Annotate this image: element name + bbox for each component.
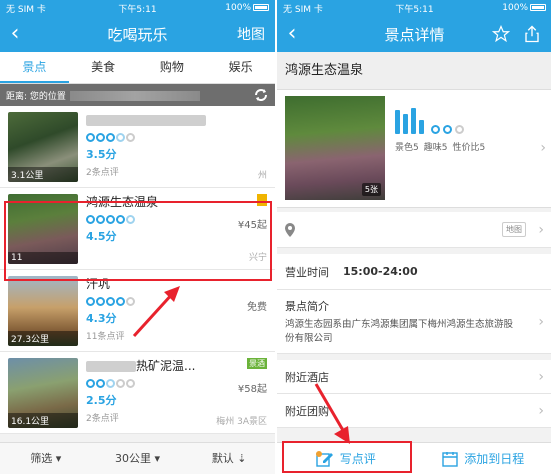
right-screen: 无 SIM 卡 下午5:11 100% ‹ 景点详情 鸿源生态温泉 5张 景色5… [277,0,551,474]
region-label: 梅州 3A景区 [216,417,267,427]
poi-name [86,112,267,128]
score-bars [395,106,544,134]
tab-attractions[interactable]: 景点 [0,52,69,83]
address-row[interactable]: 地图 › [277,212,551,248]
distance-label: 11 [8,252,78,264]
poi-thumbnail: 3.1公里 [8,112,78,182]
battery-status: 100% [458,3,547,13]
add-to-schedule-button[interactable]: 添加到日程 [415,443,551,474]
refresh-icon[interactable] [253,87,269,103]
list-item[interactable]: 3.1公里 3.5分 2条点评 州 [0,106,275,188]
intro-text: 鸿源生态园系由广东鸿源集团属下梅州鸿源生态旅游股份有限公司 [285,319,514,344]
filter-bar: 筛选 ▾ 30公里 ▾ 默认 ⇣ [0,442,275,474]
blurred-location [69,91,200,101]
distance-label: 3.1公里 [8,167,78,182]
hours-row: 营业时间 15:00-24:00 [277,254,551,290]
chevron-right-icon: › [538,368,544,385]
calendar-icon [442,451,458,467]
hotel-combo-badge: 景酒 [247,358,267,369]
nav-bar: ‹ 景点详情 [277,16,551,52]
poi-summary[interactable]: 5张 景色5 趣味5 性价比5 › [277,90,551,208]
poi-thumbnail: 27.3公里 [8,276,78,346]
blurred-name [86,115,206,126]
location-label: 距离: 您的位置 [6,89,253,102]
hours-label: 营业时间 [285,265,329,279]
tab-shopping[interactable]: 购物 [138,52,207,83]
carrier-label: 无 SIM 卡 [283,4,323,15]
filter-button[interactable]: 筛选 ▾ [0,443,92,474]
carrier-label: 无 SIM 卡 [6,4,46,15]
nav-bar: ‹ 吃喝玩乐 地图 [0,16,275,52]
intro-row[interactable]: 景点简介 鸿源生态园系由广东鸿源集团属下梅州鸿源生态旅游股份有限公司 › [277,290,551,354]
status-bar: 无 SIM 卡 下午5:11 100% [277,0,551,16]
poi-thumbnail: 16.1公里 [8,358,78,428]
poi-name: 鸿源生态温泉 [86,195,159,209]
status-bar: 无 SIM 卡 下午5:11 100% [0,0,275,16]
sort-dropdown[interactable]: 默认 ⇣ [183,443,275,474]
share-icon[interactable] [524,25,540,43]
poi-list: 3.1公里 3.5分 2条点评 州 11 鸿源生态温泉 4.5分 ¥45起 兴宁 [0,106,275,434]
nearby-groupbuy-label: 附近团购 [285,404,329,418]
poi-score: 3.5分 [86,148,117,161]
price-label: ¥45起 [237,220,267,231]
poi-name: 汗巩 [86,277,111,291]
price-label: 免费 [247,302,267,313]
poi-title: 鸿源生态温泉 [277,52,551,90]
intro-label: 景点简介 [285,300,329,313]
battery-icon [253,4,270,11]
clock: 下午5:11 [118,4,157,15]
region-label: 州 [257,171,267,181]
edit-icon [315,450,333,467]
clock: 下午5:11 [395,4,434,15]
battery-icon [530,4,547,11]
distance-label: 27.3公里 [8,331,78,346]
back-icon[interactable]: ‹ [0,16,30,52]
poi-photo[interactable]: 5张 [285,96,385,200]
hours-value: 15:00-24:00 [343,265,418,278]
category-tabs: 景点 美食 购物 娱乐 [0,52,275,84]
chevron-right-icon: › [538,221,544,238]
review-count: 11条点评 [86,332,125,342]
location-bar: 距离: 您的位置 [0,84,275,106]
photo-count: 5张 [361,183,381,196]
map-link[interactable]: 地图 [502,222,526,237]
poi-thumbnail: 11 [8,194,78,264]
rating-dots [86,131,267,143]
review-count: 2条点评 [86,168,119,178]
star-icon[interactable] [492,25,510,43]
price-label: ¥58起 [237,384,267,395]
rating-dots [86,295,267,307]
write-review-button[interactable]: 写点评 [277,443,415,474]
region-label: 兴宁 [248,253,267,263]
blurred-name [86,361,136,372]
chevron-right-icon: › [538,402,544,419]
action-bar: 写点评 添加到日程 [277,442,551,474]
page-title: 吃喝玩乐 [107,25,168,44]
list-item[interactable]: 27.3公里 汗巩 4.3分 11条点评 免费 [0,270,275,352]
list-item[interactable]: 16.1公里 热矿泥温... 2.5分 2条点评 ¥58起 梅州 3A景区 景酒 [0,352,275,434]
left-screen: 无 SIM 卡 下午5:11 100% ‹ 吃喝玩乐 地图 景点 美食 购物 娱… [0,0,275,474]
map-button[interactable]: 地图 [237,24,275,44]
tab-entertainment[interactable]: 娱乐 [206,52,275,83]
nearby-groupbuy-row[interactable]: 附近团购 › [277,394,551,428]
distance-label: 16.1公里 [8,413,78,428]
battery-status: 100% [181,3,270,13]
chevron-right-icon: › [540,140,546,156]
poi-score: 4.3分 [86,312,117,325]
sub-scores: 景色5 趣味5 性价比5 [395,143,486,153]
bookmark-icon [257,194,267,206]
chevron-right-icon: › [538,314,544,330]
poi-name: 热矿泥温... [86,358,267,374]
tab-food[interactable]: 美食 [69,52,138,83]
list-item[interactable]: 11 鸿源生态温泉 4.5分 ¥45起 兴宁 [0,188,275,270]
nearby-hotels-label: 附近酒店 [285,370,329,384]
distance-dropdown[interactable]: 30公里 ▾ [92,443,184,474]
back-icon[interactable]: ‹ [277,16,307,52]
location-pin-icon [285,222,295,237]
nearby-hotels-row[interactable]: 附近酒店 › [277,360,551,394]
